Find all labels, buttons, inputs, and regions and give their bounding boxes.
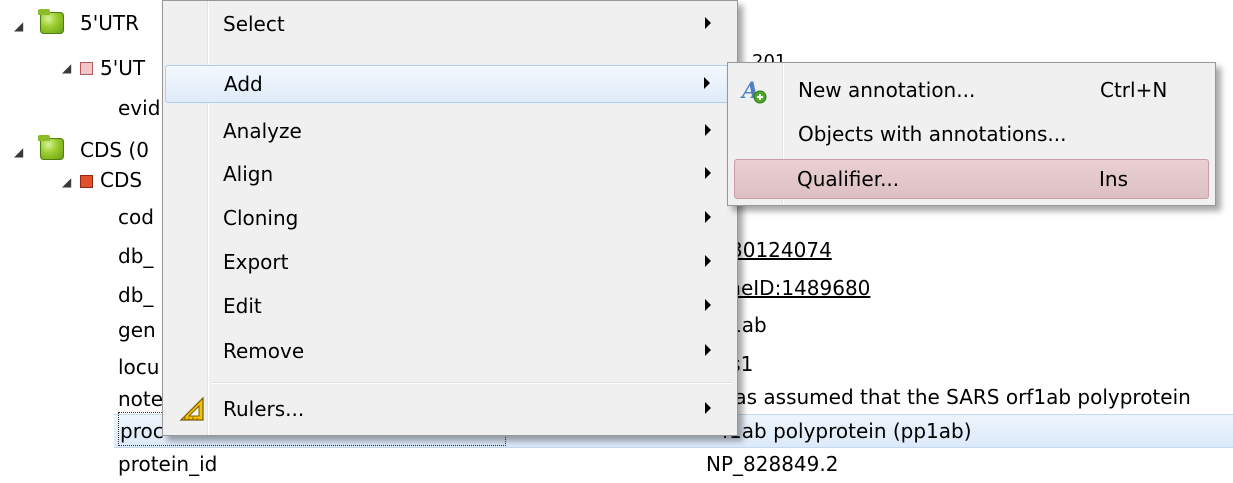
menu-item-label: Add [224, 72, 263, 96]
expand-triangle-icon[interactable]: ◢ [14, 142, 23, 162]
new-annotation-icon: A [740, 78, 767, 104]
tree-item-label[interactable]: CDS [100, 168, 142, 192]
tree-qualifier-label[interactable]: gen [118, 318, 156, 342]
cds-annotation-icon [80, 175, 93, 188]
expand-triangle-icon[interactable]: ◢ [62, 58, 71, 78]
menu-item-label: Export [223, 250, 289, 274]
folder-icon [38, 135, 64, 160]
submenu-arrow-icon [705, 255, 711, 267]
submenu-arrow-icon [705, 299, 711, 311]
add-submenu: A New annotation... Ctrl+N Objects with … [727, 62, 1216, 206]
tree-value[interactable]: eneID:1489680 [716, 276, 870, 300]
menu-item-rulers[interactable]: Rulers... [165, 390, 735, 428]
submenu-arrow-icon [705, 17, 711, 29]
tree-value: was assumed that the SARS orf1ab polypro… [718, 385, 1191, 409]
tree-qualifier-label[interactable]: protein_id [118, 452, 217, 476]
menu-item-align[interactable]: Align [165, 155, 735, 193]
menu-item-label: Objects with annotations... [798, 122, 1067, 146]
submenu-arrow-icon [705, 167, 711, 179]
tree-value: NP_828849.2 [706, 452, 839, 476]
menu-item-label: Rulers... [223, 397, 305, 421]
tree-qualifier-label[interactable]: locu [118, 355, 159, 379]
menu-item-label: Qualifier... [797, 167, 900, 191]
menu-item-label: New annotation... [798, 78, 976, 102]
menu-item-shortcut: Ctrl+N [1100, 78, 1168, 102]
menu-item-qualifier[interactable]: Qualifier... Ins [734, 159, 1209, 199]
menu-item-export[interactable]: Export [165, 243, 735, 281]
submenu-arrow-icon [704, 77, 710, 89]
menu-item-label: Select [223, 12, 285, 36]
folder-icon [38, 9, 64, 34]
menu-item-label: Edit [223, 294, 262, 318]
menu-item-edit[interactable]: Edit [165, 287, 735, 325]
context-menu: Select Add Analyze Align Cloning Export … [162, 0, 738, 436]
menu-item-label: Cloning [223, 206, 299, 230]
ruler-icon [179, 396, 204, 421]
submenu-arrow-icon [705, 402, 711, 414]
menu-item-select[interactable]: Select [165, 5, 735, 43]
expand-triangle-icon[interactable]: ◢ [62, 172, 71, 192]
menu-item-label: Analyze [223, 119, 302, 143]
utr-annotation-icon [80, 62, 93, 75]
tree-qualifier-label[interactable]: cod [118, 205, 154, 229]
tree-qualifier-label[interactable]: db_ [118, 283, 153, 307]
menu-item-cloning[interactable]: Cloning [165, 199, 735, 237]
menu-item-shortcut: Ins [1099, 167, 1128, 191]
menu-item-add[interactable]: Add [165, 65, 735, 103]
tree-value: f1ab polyprotein (pp1ab) [722, 419, 972, 443]
tree-value[interactable]: 30124074 [730, 238, 832, 262]
menu-item-analyze[interactable]: Analyze [165, 112, 735, 150]
tree-qualifier-label[interactable]: evid [118, 96, 160, 120]
tree-qualifier-label[interactable]: note [118, 387, 163, 411]
tree-qualifier-label[interactable]: proc [120, 419, 164, 443]
tree-group-label[interactable]: 5'UTR [80, 11, 139, 35]
tree-group-label[interactable]: CDS (0 [80, 138, 149, 162]
menu-item-new-annotation[interactable]: A New annotation... Ctrl+N [730, 71, 1213, 109]
expand-triangle-icon[interactable]: ◢ [14, 16, 23, 36]
menu-separator [211, 382, 733, 384]
menu-item-label: Remove [223, 339, 305, 363]
tree-item-label[interactable]: 5'UT [100, 56, 145, 80]
tree-qualifier-label[interactable]: db_ [118, 244, 153, 268]
menu-item-remove[interactable]: Remove [165, 332, 735, 370]
menu-item-label: Align [223, 162, 274, 186]
submenu-arrow-icon [705, 344, 711, 356]
menu-item-objects-with-annotations[interactable]: Objects with annotations... [730, 115, 1213, 153]
submenu-arrow-icon [705, 211, 711, 223]
submenu-arrow-icon [705, 124, 711, 136]
